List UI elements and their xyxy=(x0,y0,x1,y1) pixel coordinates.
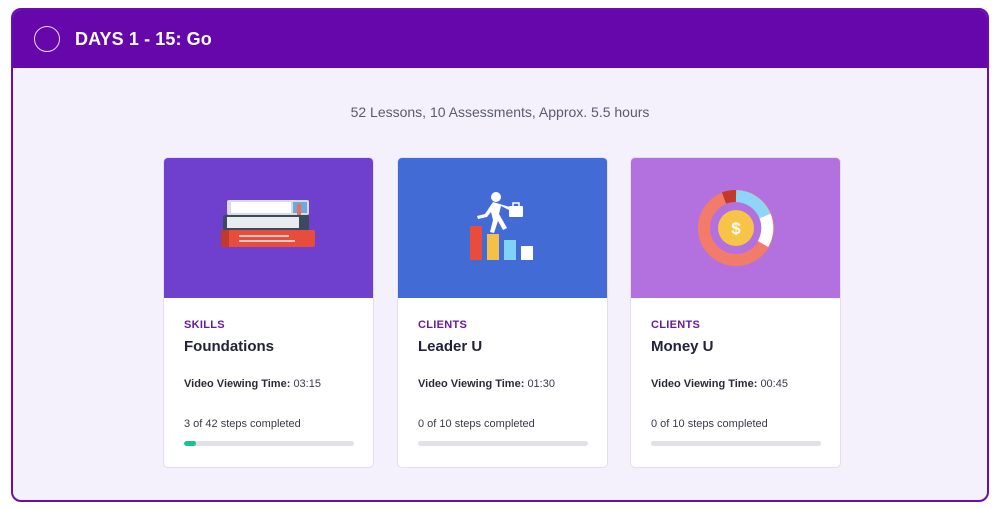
video-time-label: Video Viewing Time: xyxy=(651,378,758,390)
course-name[interactable]: Foundations xyxy=(184,338,274,355)
svg-text:$: $ xyxy=(731,219,741,238)
course-category: SKILLS xyxy=(184,319,225,331)
video-time-label: Video Viewing Time: xyxy=(418,378,525,390)
course-category: CLIENTS xyxy=(418,319,468,331)
steps-completed: 0 of 10 steps completed xyxy=(418,418,535,430)
video-time-value: 01:30 xyxy=(527,378,555,390)
course-card-money-u[interactable]: $ CLIENTS Money U Video Viewing Time: 00… xyxy=(630,157,841,468)
course-section-panel: DAYS 1 - 15: Go 52 Lessons, 10 Assessmen… xyxy=(11,8,989,502)
course-name[interactable]: Leader U xyxy=(418,338,482,355)
progress-fill xyxy=(184,441,197,446)
progress-bar xyxy=(184,441,354,446)
climbing-bars-icon xyxy=(469,192,533,260)
video-time: Video Viewing Time: 00:45 xyxy=(651,378,788,390)
section-title: DAYS 1 - 15: Go xyxy=(75,28,212,49)
course-image xyxy=(164,158,373,298)
course-image xyxy=(398,158,607,298)
video-time: Video Viewing Time: 01:30 xyxy=(418,378,555,390)
video-time-label: Video Viewing Time: xyxy=(184,378,291,390)
video-time-value: 03:15 xyxy=(293,378,321,390)
progress-bar xyxy=(651,441,821,446)
section-header[interactable]: DAYS 1 - 15: Go xyxy=(13,10,987,68)
steps-completed: 0 of 10 steps completed xyxy=(651,418,768,430)
section-summary: 52 Lessons, 10 Assessments, Approx. 5.5 … xyxy=(350,104,650,120)
course-card-leader-u[interactable]: CLIENTS Leader U Video Viewing Time: 01:… xyxy=(397,157,608,468)
steps-completed: 3 of 42 steps completed xyxy=(184,418,301,430)
course-name[interactable]: Money U xyxy=(651,338,714,355)
dollar-donut-icon: $ xyxy=(697,190,774,266)
video-time: Video Viewing Time: 03:15 xyxy=(184,378,321,390)
circle-outline-icon xyxy=(34,26,60,52)
course-category: CLIENTS xyxy=(651,319,701,331)
video-time-value: 00:45 xyxy=(760,378,788,390)
progress-bar xyxy=(418,441,588,446)
course-card-foundations[interactable]: SKILLS Foundations Video Viewing Time: 0… xyxy=(163,157,374,468)
course-image: $ xyxy=(631,158,840,298)
books-icon xyxy=(220,200,315,247)
